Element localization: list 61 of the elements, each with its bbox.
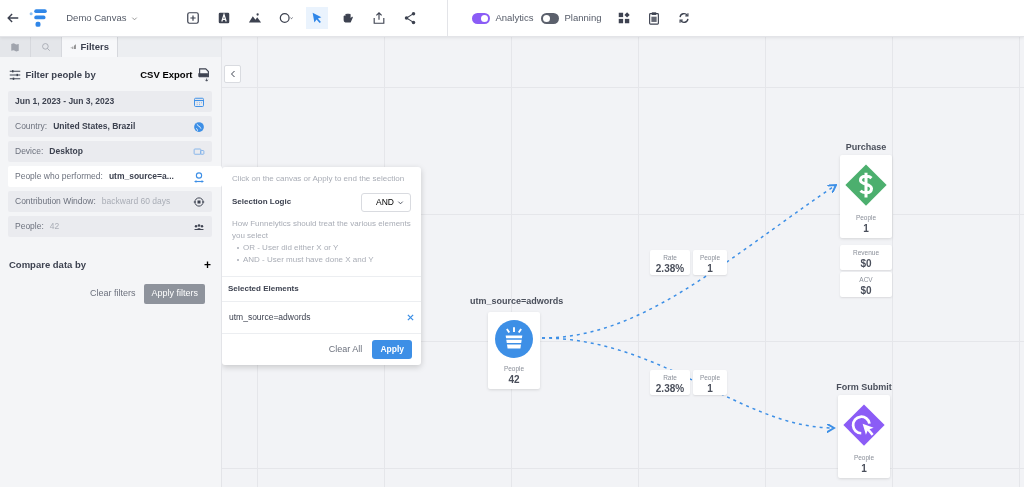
toggle-label: Planning: [564, 10, 602, 25]
bullet-text: OR - User did either X or Y: [243, 241, 339, 254]
caret-icon: [397, 198, 404, 206]
chevron-left-icon: [228, 70, 237, 78]
remove-button[interactable]: [407, 313, 414, 321]
cursor-diamond-icon: [842, 403, 886, 447]
dollar-diamond-icon: [844, 163, 888, 207]
globe-icon: [193, 120, 205, 133]
text-icon: [217, 11, 232, 25]
filter-row[interactable]: Jun 1, 2023 - Jun 3, 2023: [8, 91, 212, 113]
close-icon: [407, 313, 414, 321]
map-icon: [10, 42, 20, 52]
back-arrow-icon: [6, 11, 21, 25]
hint-text: Click on the canvas or Apply to end the selection: [232, 173, 406, 185]
node-title: Purchase: [844, 141, 888, 154]
refresh-icon: [677, 11, 692, 25]
logo-icon: [28, 8, 49, 28]
clipboard-icon: [647, 11, 662, 25]
node-title: utm_source=adwords: [470, 295, 564, 308]
filter-row[interactable]: Device: Desktop: [8, 141, 212, 163]
sidebar-tab[interactable]: Filters: [62, 37, 118, 57]
circle-icon: [279, 11, 294, 25]
hand-icon: [341, 11, 356, 25]
logic-dropdown[interactable]: AND: [361, 193, 411, 212]
caret-icon: [131, 14, 139, 22]
megaphone-icon: [495, 320, 533, 358]
csv-export-button[interactable]: CSV Export: [140, 68, 211, 83]
canvas-title-dropdown[interactable]: Demo Canvas: [66, 10, 139, 26]
filter-row[interactable]: Country: United States, Brazil: [8, 116, 212, 138]
selection-logic-label: Selection Logic: [232, 196, 292, 209]
upload-icon: [372, 11, 387, 25]
selected-elements-heading: Selected Elements: [222, 275, 421, 302]
filter-row[interactable]: People: 42: [8, 216, 212, 238]
widgets-icon: [617, 11, 632, 25]
mountain-icon: [248, 11, 263, 25]
metric-value: 1: [862, 222, 870, 234]
add-icon: [186, 11, 201, 25]
metric-value: 1: [860, 462, 868, 474]
file-export-icon: [197, 68, 211, 83]
compare-heading: Compare data by: [9, 258, 87, 273]
search-icon: [41, 42, 51, 52]
clear-filters-button[interactable]: Clear filters: [86, 284, 139, 304]
filter-row[interactable]: People who performed: utm_source=a...: [8, 166, 222, 188]
clear-all-button[interactable]: Clear All: [325, 339, 366, 359]
toggle-switch[interactable]: [541, 12, 560, 24]
filter-heading: Filter people by: [25, 68, 96, 82]
share-icon: [403, 11, 418, 25]
node-title: Form Submit: [835, 381, 893, 394]
description-text: How Funnelytics should treat the various elements you select: [232, 217, 411, 242]
calendar-icon: [193, 95, 205, 108]
selected-element-text: utm_source=adwords: [229, 310, 311, 324]
collapse-button[interactable]: [224, 65, 241, 83]
location-pin-icon: [193, 170, 205, 183]
bar-chart-icon: [70, 42, 77, 52]
devices-icon: [193, 145, 205, 158]
add-compare-button[interactable]: +: [204, 256, 211, 275]
toggle-label: Analytics: [495, 10, 534, 25]
sliders-icon: [9, 69, 21, 82]
metric-value: 42: [507, 373, 521, 385]
bullet-text: AND - User must have done X and Y: [243, 253, 374, 266]
toggle-switch[interactable]: [472, 12, 491, 24]
